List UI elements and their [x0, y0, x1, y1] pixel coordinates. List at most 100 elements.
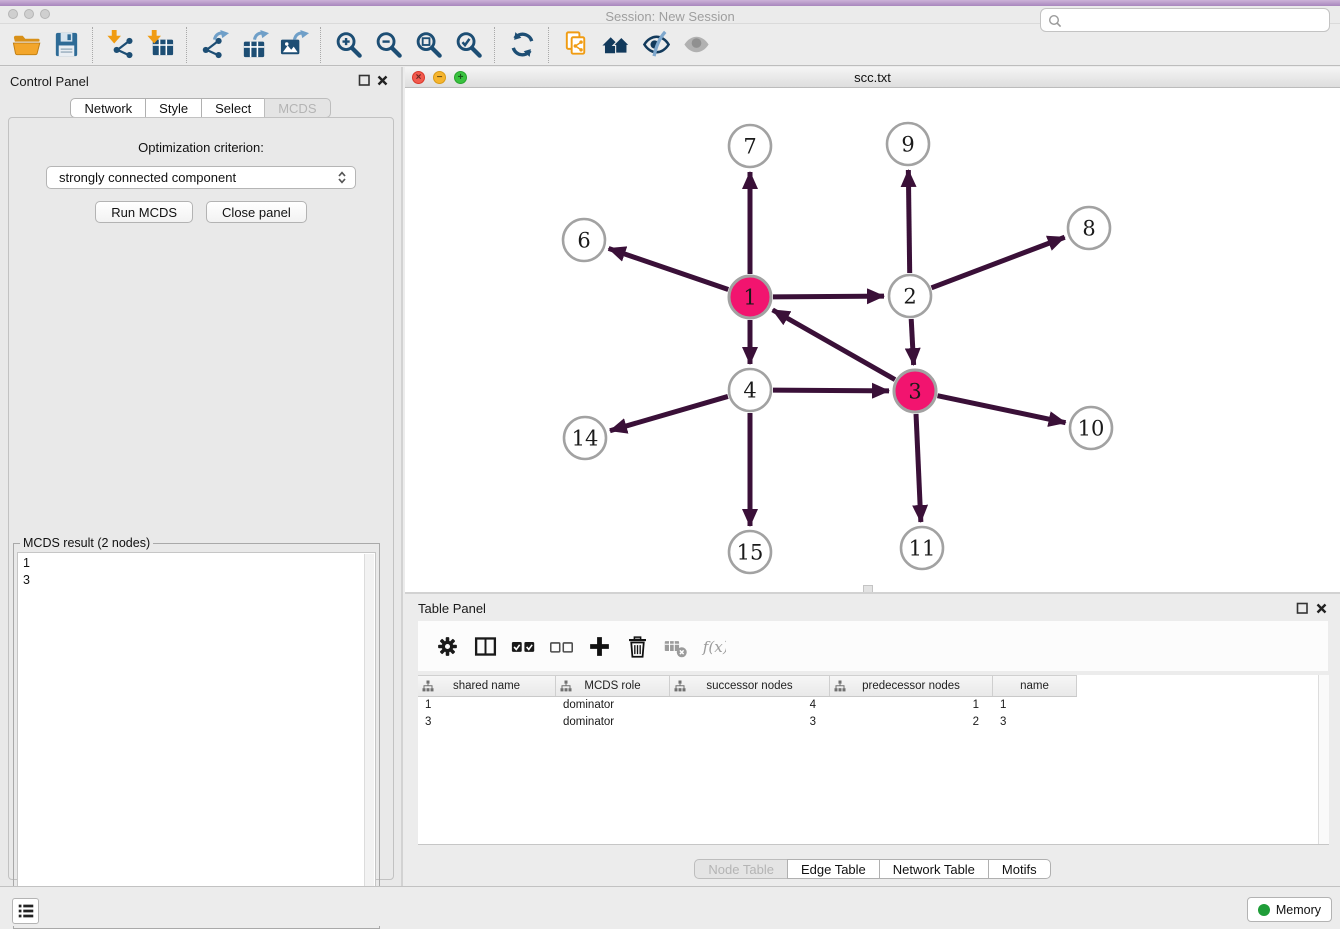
log-console-button[interactable]: [12, 898, 39, 924]
clone-network-button[interactable]: [556, 26, 596, 64]
close-table-panel-icon[interactable]: [1315, 602, 1328, 615]
export-table-button[interactable]: [234, 26, 274, 64]
search-input[interactable]: [1065, 10, 1325, 32]
graph-node-label: 10: [1078, 417, 1105, 441]
dropdown-arrows-icon: [335, 170, 349, 185]
float-table-panel-icon[interactable]: [1296, 602, 1309, 615]
table-cell[interactable]: dominator: [556, 697, 670, 714]
network-window-title: scc.txt: [405, 70, 1340, 85]
export-image-icon: [279, 29, 310, 60]
optimization-criterion-select[interactable]: strongly connected component: [46, 166, 356, 189]
close-panel-icon[interactable]: [376, 74, 389, 87]
column-header-name[interactable]: name: [993, 676, 1077, 696]
export-image-button[interactable]: [274, 26, 314, 64]
network-canvas[interactable]: 7968124314101511: [405, 88, 1340, 592]
tab-select[interactable]: Select: [201, 98, 265, 118]
graph-edge-1-2[interactable]: [773, 296, 884, 297]
delete-columns-button[interactable]: [625, 634, 650, 659]
table-cell[interactable]: 3: [418, 714, 556, 731]
table-tab-edge-table[interactable]: Edge Table: [787, 859, 880, 879]
zoom-check-icon: [453, 29, 484, 60]
column-header-successor-nodes[interactable]: successor nodes: [670, 676, 830, 696]
float-panel-icon[interactable]: [358, 74, 371, 87]
show-column-panel-button[interactable]: [473, 634, 498, 659]
open-file-button[interactable]: [6, 26, 46, 64]
zoom-in-button[interactable]: [328, 26, 368, 64]
table-header-row: shared nameMCDS rolesuccessor nodesprede…: [418, 675, 1077, 697]
table-row[interactable]: 3dominator323: [418, 714, 1319, 731]
network-window-titlebar[interactable]: × − + scc.txt: [405, 67, 1340, 88]
table-scrollbar[interactable]: [1318, 675, 1329, 844]
table-tab-node-table[interactable]: Node Table: [694, 859, 788, 879]
table-cell[interactable]: 1: [830, 697, 993, 714]
select-all-columns-button[interactable]: [511, 634, 536, 659]
table-cell[interactable]: dominator: [556, 714, 670, 731]
table-cell[interactable]: 2: [830, 714, 993, 731]
deselect-all-columns-button[interactable]: [549, 634, 574, 659]
import-network-icon: [105, 29, 136, 60]
zoom-fit-button[interactable]: [408, 26, 448, 64]
graph-edge-3-11[interactable]: [916, 414, 921, 522]
column-header-MCDS-role[interactable]: MCDS role: [556, 676, 670, 696]
save-icon: [51, 29, 82, 60]
svg-text:f(x): f(x): [702, 637, 726, 655]
toolbar-separator: [186, 27, 188, 63]
network-view-window: × − + scc.txt 7968124314101511: [405, 67, 1340, 592]
table-options-button[interactable]: [435, 634, 460, 659]
graph-node-label: 14: [572, 427, 599, 451]
tab-style[interactable]: Style: [145, 98, 202, 118]
column-header-predecessor-nodes[interactable]: predecessor nodes: [830, 676, 993, 696]
export-network-button[interactable]: [194, 26, 234, 64]
zoom-selected-button[interactable]: [448, 26, 488, 64]
table-cell[interactable]: 1: [418, 697, 556, 714]
hide-selected-button[interactable]: [636, 26, 676, 64]
application-window: { "titlebar": { "title": "Session: New S…: [0, 0, 1340, 926]
network-graph: 7968124314101511: [405, 88, 1340, 592]
eye-icon: [681, 29, 712, 60]
apply-layout-button[interactable]: [502, 26, 542, 64]
graph-edge-4-3[interactable]: [773, 390, 889, 391]
table-tab-network-table[interactable]: Network Table: [879, 859, 989, 879]
function-builder-button[interactable]: f(x): [701, 634, 726, 659]
graph-edge-3-10[interactable]: [938, 396, 1066, 423]
graph-node-label: 1: [743, 286, 756, 310]
run-mcds-button[interactable]: Run MCDS: [95, 201, 193, 223]
mcds-panel: Optimization criterion: strongly connect…: [8, 117, 394, 880]
graph-edge-4-14[interactable]: [610, 396, 728, 430]
table-panel: Table Panel f(x) shared nameMCDS rolesuc…: [405, 594, 1340, 886]
result-scrollbar[interactable]: [364, 554, 374, 923]
mcds-result-box[interactable]: 1 3: [17, 552, 376, 925]
show-all-button[interactable]: [676, 26, 716, 64]
tab-network[interactable]: Network: [70, 98, 146, 118]
memory-button[interactable]: Memory: [1247, 897, 1332, 922]
table-x-icon: [663, 634, 688, 659]
control-panel-title: Control Panel: [10, 74, 89, 89]
search-box[interactable]: [1040, 8, 1330, 32]
import-table-button[interactable]: [140, 26, 180, 64]
graph-edge-2-9[interactable]: [908, 170, 909, 273]
graph-edge-2-8[interactable]: [932, 237, 1065, 288]
zoom-out-button[interactable]: [368, 26, 408, 64]
close-panel-button[interactable]: Close panel: [206, 201, 307, 223]
table-cell[interactable]: 1: [993, 697, 1077, 714]
table-cell[interactable]: 4: [670, 697, 830, 714]
graph-edge-2-3[interactable]: [911, 319, 913, 365]
graph-node-label: 7: [743, 135, 756, 159]
graph-edge-3-1[interactable]: [773, 310, 895, 380]
delete-table-button[interactable]: [663, 634, 688, 659]
tab-mcds[interactable]: MCDS: [264, 98, 330, 118]
table-tabs: Node TableEdge TableNetwork TableMotifs: [405, 859, 1340, 879]
column-header-shared-name[interactable]: shared name: [418, 676, 556, 696]
create-column-button[interactable]: [587, 634, 612, 659]
double-home-button[interactable]: [596, 26, 636, 64]
import-network-button[interactable]: [100, 26, 140, 64]
table-tab-motifs[interactable]: Motifs: [988, 859, 1051, 879]
graph-edge-1-6[interactable]: [609, 248, 729, 289]
mcds-result-text: 1 3: [18, 553, 375, 591]
table-cell[interactable]: 3: [670, 714, 830, 731]
save-session-button[interactable]: [46, 26, 86, 64]
table-row[interactable]: 1dominator411: [418, 697, 1319, 714]
table-cell[interactable]: 3: [993, 714, 1077, 731]
gear-icon: [435, 634, 460, 659]
fx-icon: f(x): [701, 634, 726, 659]
